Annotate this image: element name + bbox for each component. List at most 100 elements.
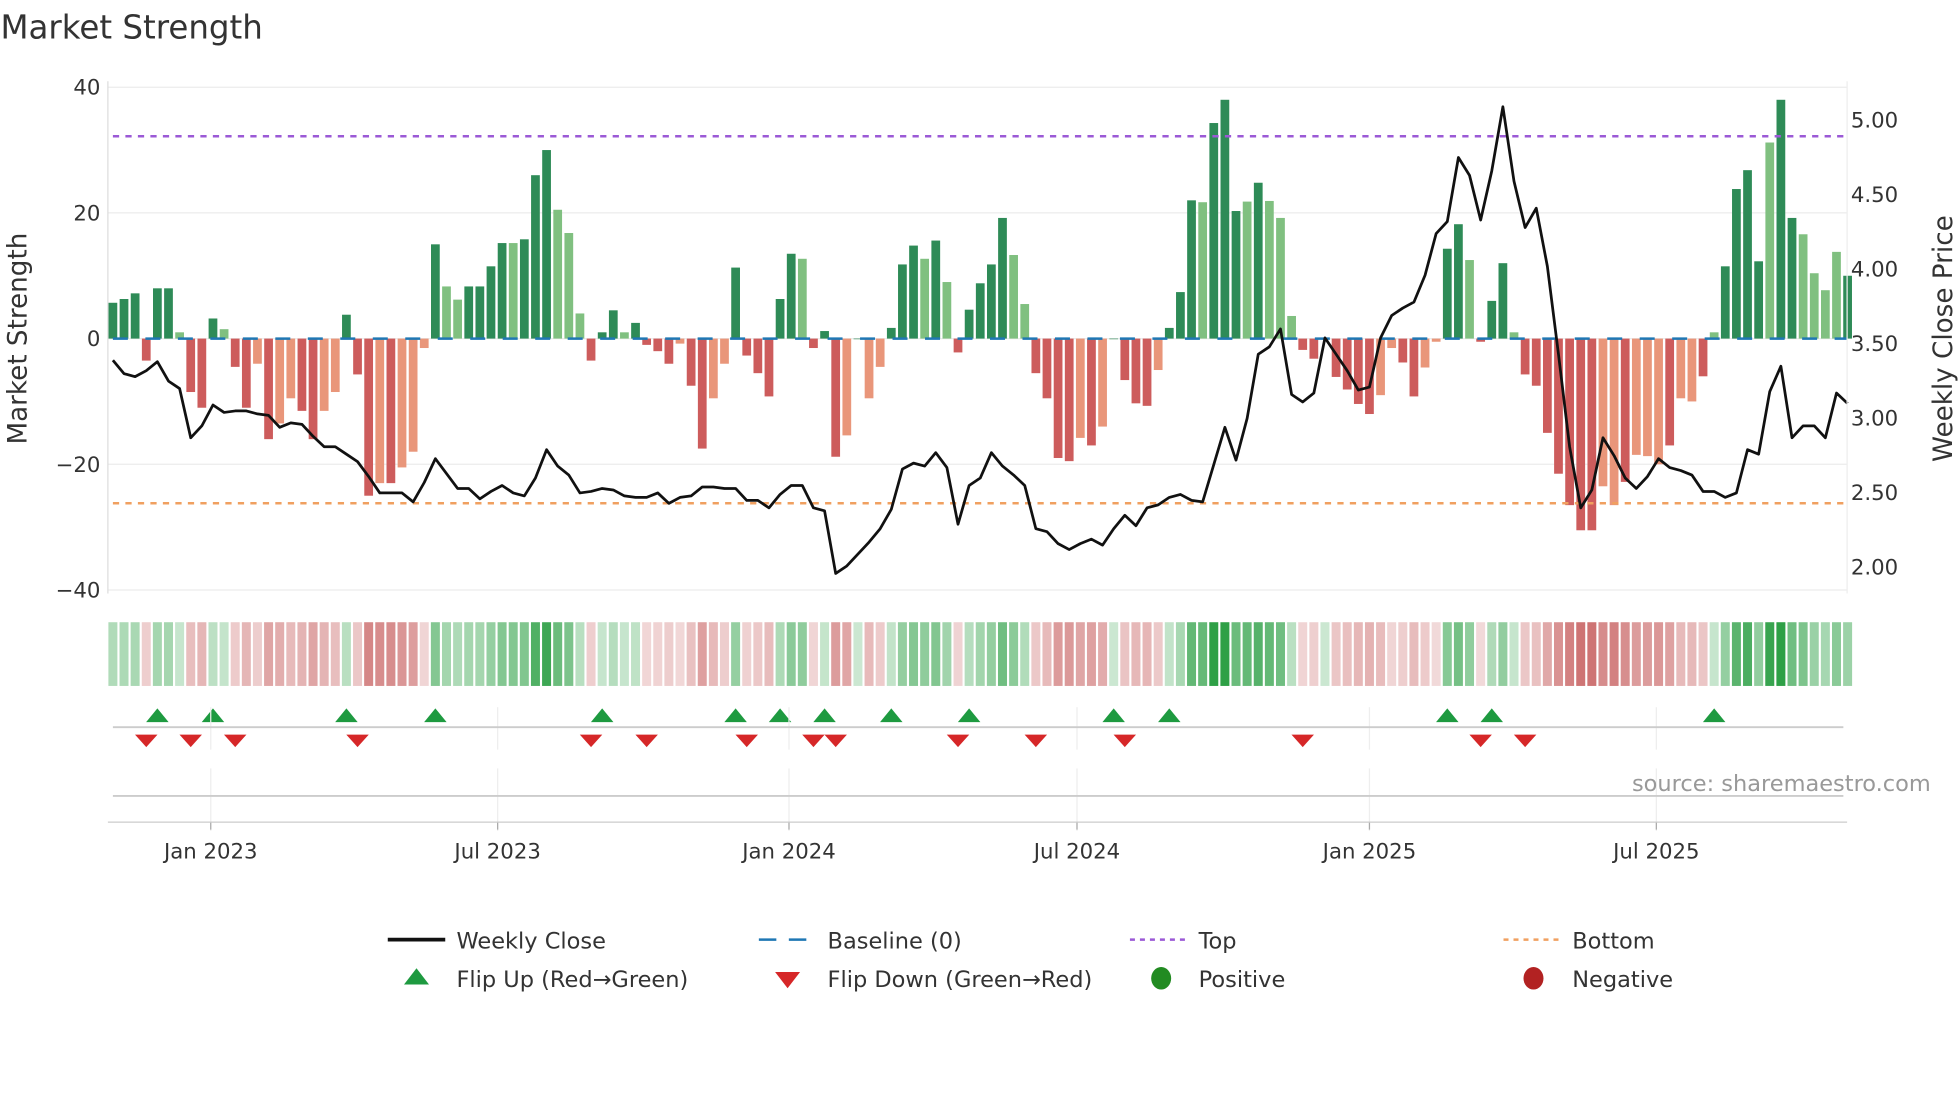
strip-cell [875, 622, 885, 686]
strength-bar [1142, 338, 1152, 406]
y-tick-label: 0 [87, 327, 101, 352]
strip-cell [1398, 622, 1408, 686]
strip-cell [1220, 622, 1230, 686]
strip-cell [831, 622, 841, 686]
strip-cell [1009, 622, 1019, 686]
strip-cell [530, 622, 540, 686]
reference-lines [111, 105, 1849, 575]
strength-bar [864, 338, 874, 399]
strength-bar [898, 264, 907, 339]
strip-cell [186, 622, 196, 686]
strip-cell [1442, 622, 1452, 686]
strength-bar [1787, 217, 1797, 339]
strip-cell [497, 622, 507, 686]
flip-up-icon [424, 708, 447, 723]
flip-up-icon [590, 708, 614, 723]
heat-strip [108, 622, 1853, 686]
chart-title: Market Strength [0, 9, 262, 47]
strength-bar [264, 338, 273, 440]
strip-cell [1109, 622, 1119, 686]
strength-bar [430, 244, 440, 339]
strength-bar [1164, 327, 1174, 339]
strength-bar [330, 338, 340, 393]
strength-bar [342, 314, 351, 339]
strip-cell [1665, 622, 1675, 686]
strip-cell [386, 622, 396, 686]
strip-cell [586, 622, 596, 686]
flip-up-icon [1158, 708, 1181, 723]
flip-down-icon [223, 734, 247, 748]
strip-cell [1420, 622, 1430, 686]
strength-bar [697, 338, 707, 449]
flip-up-icon [1436, 708, 1459, 723]
strength-bar [1498, 263, 1508, 339]
strength-bar [475, 286, 485, 339]
strength-bar [1098, 338, 1107, 427]
strip-cell [152, 622, 162, 686]
strip-cell [375, 622, 385, 686]
strength-bar [119, 299, 129, 339]
strength-bar [1454, 224, 1463, 339]
flip-down-icon [802, 734, 825, 748]
strength-bar [809, 338, 818, 349]
strength-bar [208, 318, 218, 339]
strength-bar [275, 338, 285, 424]
strength-bar [1420, 338, 1430, 368]
strip-cell [1131, 622, 1141, 686]
strength-bar [141, 338, 151, 361]
strip-cell [1654, 622, 1664, 686]
strength-bar [942, 282, 952, 339]
strength-bar [497, 243, 507, 339]
x-tick-label: Jul 2023 [452, 839, 540, 864]
strength-bar [931, 240, 941, 339]
strip-cell [653, 622, 663, 686]
y2-tick-label: 4.50 [1851, 183, 1898, 208]
strip-cell [1642, 622, 1652, 686]
strip-cell [986, 622, 996, 686]
strength-bar [464, 286, 474, 339]
flip-up-icon [201, 708, 225, 723]
strip-cell [1409, 622, 1419, 686]
flip-down-icon [1291, 734, 1314, 748]
legend-label: Baseline (0) [828, 928, 962, 954]
legend: Weekly Close Baseline (0) Top Bottom Flip Up… [387, 928, 1673, 993]
strength-bar [631, 322, 640, 339]
strength-bar [797, 258, 807, 339]
strip-cell [1298, 622, 1308, 686]
strip-cell [341, 622, 351, 686]
strip-cell [942, 622, 952, 686]
strip-cell [1620, 622, 1630, 686]
strip-cell [1086, 622, 1096, 686]
strength-bar [1176, 292, 1185, 339]
strength-bar [1732, 189, 1741, 339]
strength-bar [1209, 123, 1219, 339]
strength-bar [786, 253, 796, 339]
strength-bar [1665, 338, 1675, 446]
strip-cell [486, 622, 496, 686]
strength-bar [564, 233, 574, 339]
strip-cell [1754, 622, 1764, 686]
legend-label: Flip Down (Green→Red) [828, 967, 1093, 993]
strength-bar [886, 327, 896, 339]
strip-cell [1776, 622, 1786, 686]
x-tick-label: Jul 2024 [1032, 839, 1120, 864]
strength-bar [1698, 338, 1708, 377]
strip-cell [275, 622, 285, 686]
strength-bar [964, 309, 974, 339]
strip-cell [642, 622, 652, 686]
y2-tick-label: 3.50 [1851, 332, 1898, 357]
strip-cell [1820, 622, 1830, 686]
strip-cell [230, 622, 240, 686]
strip-cell [664, 622, 674, 686]
strength-bar [1609, 338, 1619, 506]
y-tick-label: 40 [73, 76, 100, 101]
strip-cell [619, 622, 629, 686]
strength-bar [186, 338, 196, 393]
strip-cell [853, 622, 863, 686]
legend-label: Top [1198, 928, 1237, 954]
strength-bar [764, 338, 774, 397]
strip-cell [1731, 622, 1741, 686]
strip-cell [1153, 622, 1163, 686]
legend-label: Weekly Close [456, 928, 605, 954]
strip-cell [1565, 622, 1575, 686]
